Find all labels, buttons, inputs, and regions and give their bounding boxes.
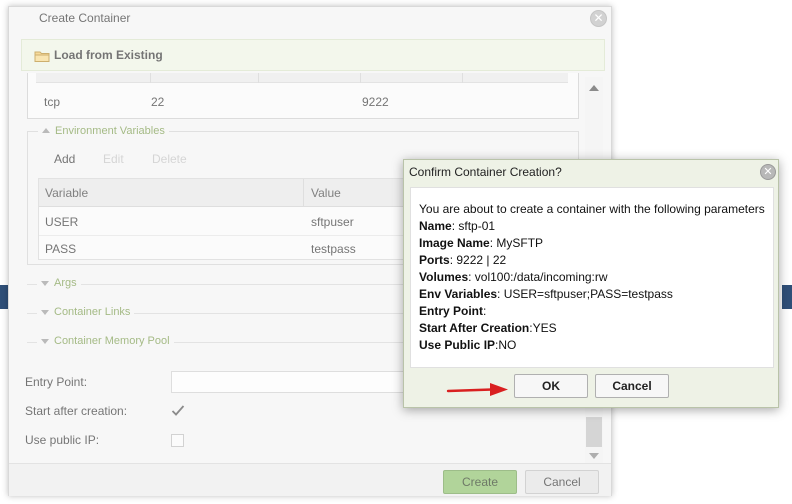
param-env-variables: Env Variables: USER=sftpuser;PASS=testpa… — [419, 287, 673, 301]
param-ports: Ports: 9222 | 22 — [419, 253, 507, 267]
close-icon[interactable]: ✕ — [760, 164, 776, 180]
ok-button[interactable]: OK — [514, 374, 588, 398]
background-strip-right — [782, 285, 792, 309]
confirm-dialog-body: You are about to create a container with… — [410, 187, 774, 368]
param-volumes: Volumes: vol100:/data/incoming:rw — [419, 270, 608, 284]
confirm-container-creation-dialog: Confirm Container Creation? ✕ You are ab… — [403, 159, 779, 408]
screen: Create Container ✕ Load from Existing tc… — [0, 0, 792, 504]
confirm-cancel-button[interactable]: Cancel — [595, 374, 669, 398]
param-start-after-creation: Start After Creation:YES — [419, 321, 557, 335]
param-name: Name: sftp-01 — [419, 219, 496, 233]
param-entry-point: Entry Point: — [419, 304, 487, 318]
param-use-public-ip: Use Public IP:NO — [419, 338, 517, 352]
confirm-dialog-title: Confirm Container Creation? — [409, 165, 562, 179]
confirm-intro-text: You are about to create a container with… — [419, 202, 765, 216]
red-arrow-icon — [446, 383, 508, 396]
param-image-name: Image Name: MySFTP — [419, 236, 544, 250]
